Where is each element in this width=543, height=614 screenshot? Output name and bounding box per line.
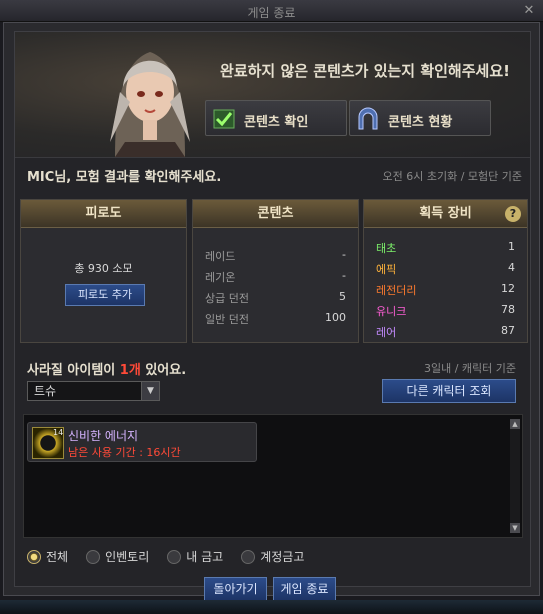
item-list: 14 신비한 에너지 남은 사용 기간 : 16시간 ▲ ▼	[23, 414, 523, 538]
character-portrait	[110, 52, 190, 157]
add-fatigue-button[interactable]: 피로도 추가	[65, 284, 145, 306]
chevron-down-icon[interactable]: ▼	[141, 382, 159, 400]
content-row: 레기온 -	[205, 269, 346, 284]
radio-icon	[27, 549, 41, 564]
other-character-button[interactable]: 다른 캐릭터 조회	[382, 379, 516, 403]
dropdown-value: 트슈	[34, 384, 57, 398]
filter-group: 전체 인벤토리 내 금고 계정금고	[27, 548, 304, 565]
content-check-label: 콘텐츠 확인	[244, 115, 309, 130]
content-status-label: 콘텐츠 현황	[388, 115, 453, 130]
filter-all[interactable]: 전체	[27, 548, 68, 565]
exit-game-button[interactable]: 게임 종료	[273, 577, 336, 601]
gear-row: 유니크 78	[376, 303, 515, 318]
content-panel: 콘텐츠 레이드 - 레기온 - 상급 던전 5 일반 던전 100	[192, 199, 359, 343]
item-name: 신비한 에너지	[68, 429, 139, 443]
radio-icon	[86, 549, 101, 564]
filter-inventory[interactable]: 인벤토리	[86, 548, 149, 565]
divider	[15, 157, 530, 158]
fatigue-title: 피로도	[21, 200, 186, 228]
help-icon[interactable]: ?	[505, 206, 521, 222]
game-exit-window: 완료하지 않은 콘텐츠가 있는지 확인해주세요! 콘텐츠 확인 콘텐츠 현황 M…	[3, 22, 540, 596]
window-title: 게임 종료	[247, 6, 296, 20]
gear-panel: 획득 장비 ? 태초 1 에픽 4 레전더리 12 유니크 78 레어 87	[363, 199, 528, 343]
title-bar: 게임 종료 ✕	[0, 0, 543, 22]
disappear-title: 사라질 아이템이 1개 있어요.	[27, 363, 187, 378]
fatigue-panel: 피로도 총 930 소모 피로도 추가	[20, 199, 187, 343]
back-button[interactable]: 돌아가기	[204, 577, 267, 601]
scroll-up-icon[interactable]: ▲	[510, 419, 520, 429]
checklist-icon	[213, 109, 235, 129]
content-row: 레이드 -	[205, 248, 346, 263]
header: 완료하지 않은 콘텐츠가 있는지 확인해주세요! 콘텐츠 확인 콘텐츠 현황	[15, 32, 530, 157]
gate-icon	[358, 107, 378, 130]
window-body: 완료하지 않은 콘텐츠가 있는지 확인해주세요! 콘텐츠 확인 콘텐츠 현황 M…	[14, 31, 531, 587]
gear-row: 레어 87	[376, 324, 515, 339]
disappear-count: 1개	[119, 363, 141, 378]
scrollbar[interactable]: ▲ ▼	[510, 419, 520, 533]
close-icon[interactable]: ✕	[521, 3, 537, 19]
header-message: 완료하지 않은 콘텐츠가 있는지 확인해주세요!	[220, 62, 510, 80]
content-check-button[interactable]: 콘텐츠 확인	[205, 100, 347, 136]
footer-strip	[0, 600, 543, 614]
disappear-basis: 3일내 / 캐릭터 기준	[423, 362, 516, 375]
radio-icon	[167, 549, 182, 564]
gear-row: 에픽 4	[376, 261, 515, 276]
gear-row: 레전더리 12	[376, 282, 515, 297]
filter-my-vault[interactable]: 내 금고	[167, 548, 223, 565]
item-period: 남은 사용 기간 : 16시간	[68, 446, 181, 459]
content-row: 일반 던전 100	[205, 311, 346, 326]
gear-row: 태초 1	[376, 240, 515, 255]
scroll-down-icon[interactable]: ▼	[510, 523, 520, 533]
filter-account-vault[interactable]: 계정금고	[241, 548, 304, 565]
radio-icon	[241, 549, 256, 564]
character-dropdown[interactable]: 트슈 ▼	[27, 381, 160, 401]
energy-item-icon: 14	[32, 427, 64, 459]
list-item[interactable]: 14 신비한 에너지 남은 사용 기간 : 16시간	[27, 422, 257, 462]
gear-title: 획득 장비	[364, 200, 527, 228]
content-row: 상급 던전 5	[205, 290, 346, 305]
fatigue-total: 총 930 소모	[74, 262, 133, 275]
content-status-button[interactable]: 콘텐츠 현황	[349, 100, 491, 136]
content-title: 콘텐츠	[193, 200, 358, 228]
result-title: MIC님, 모험 결과를 확인해주세요.	[27, 170, 222, 185]
reset-info: 오전 6시 초기화 / 모험단 기준	[382, 170, 522, 183]
